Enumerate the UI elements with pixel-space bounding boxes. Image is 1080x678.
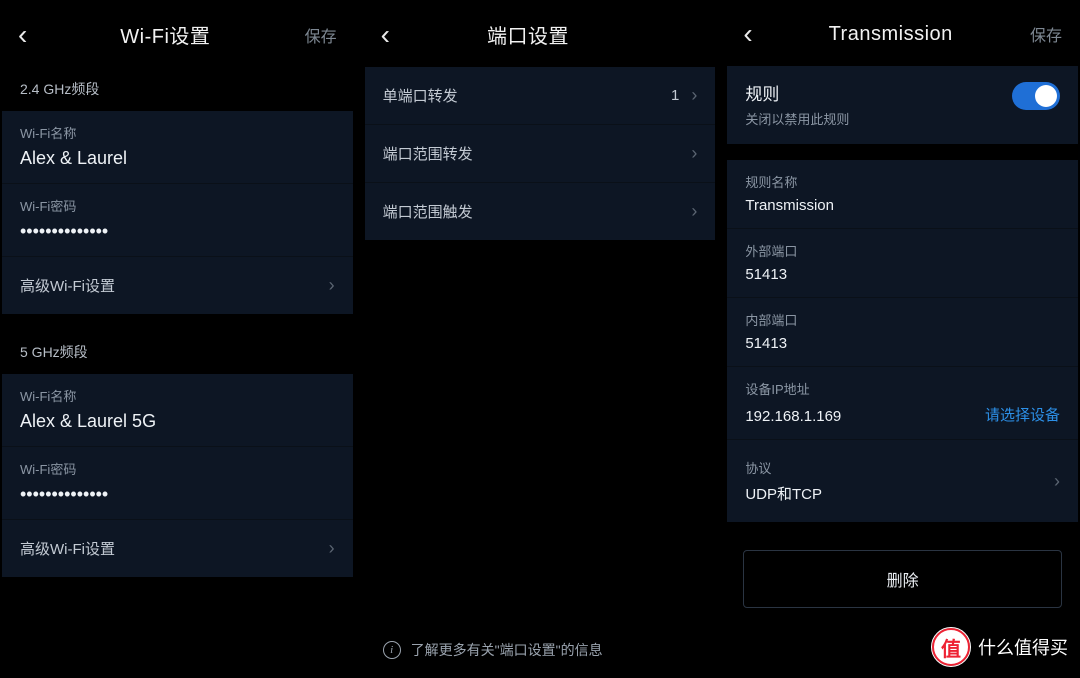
nav-label: 高级Wi-Fi设置	[20, 275, 115, 296]
field-value: Transmission	[745, 197, 1060, 214]
nav-count: 1	[671, 87, 679, 104]
field-label: Wi-Fi名称	[20, 386, 335, 405]
wifi-name-field-5g[interactable]: Wi-Fi名称 Alex & Laurel 5G	[2, 374, 353, 447]
rule-title: 规则	[745, 80, 849, 105]
group-5ghz: Wi-Fi名称 Alex & Laurel 5G Wi-Fi密码 •••••••…	[2, 374, 353, 577]
field-label: 规则名称	[745, 172, 1060, 191]
footer-info-text: 了解更多有关"端口设置"的信息	[411, 640, 603, 660]
chevron-right-icon: ›	[329, 275, 335, 296]
panel-wifi-settings: ‹ Wi-Fi设置 保存 2.4 GHz频段 Wi-Fi名称 Alex & La…	[2, 2, 353, 676]
panel-port-settings: ‹ 端口设置 单端口转发 1 › 端口范围转发 › 端口范围触发 › i 了解更…	[365, 2, 716, 676]
panel-transmission-rule: ‹ Transmission 保存 规则 关闭以禁用此规则 规则名称 Trans…	[727, 2, 1078, 676]
topbar: ‹ 端口设置	[365, 2, 716, 67]
save-button[interactable]: 保存	[1014, 22, 1062, 46]
external-port-field[interactable]: 外部端口 51413	[727, 229, 1078, 298]
field-label: 外部端口	[745, 241, 1060, 260]
device-ip-field[interactable]: 设备IP地址 192.168.1.169 请选择设备	[727, 367, 1078, 440]
rule-fields: 规则名称 Transmission 外部端口 51413 内部端口 51413 …	[727, 160, 1078, 522]
port-range-trigger[interactable]: 端口范围触发 ›	[365, 183, 716, 240]
back-icon[interactable]: ‹	[18, 21, 42, 49]
field-label: Wi-Fi名称	[20, 123, 335, 142]
wifi-password-field[interactable]: Wi-Fi密码 ••••••••••••••	[2, 184, 353, 257]
delete-button[interactable]: 删除	[743, 550, 1062, 608]
nav-label: 高级Wi-Fi设置	[20, 538, 115, 559]
select-device-link[interactable]: 请选择设备	[985, 404, 1060, 425]
topbar: ‹ Transmission 保存	[727, 2, 1078, 66]
rule-subtitle: 关闭以禁用此规则	[745, 109, 849, 128]
nav-label: 端口范围触发	[383, 201, 473, 222]
chevron-right-icon: ›	[691, 143, 697, 164]
topbar: ‹ Wi-Fi设置 保存	[2, 2, 353, 67]
back-icon[interactable]: ‹	[381, 21, 405, 49]
page-title: 端口设置	[405, 20, 652, 49]
field-label: 协议	[745, 458, 822, 477]
field-value: ••••••••••••••	[20, 484, 335, 505]
footer-info-link[interactable]: i 了解更多有关"端口设置"的信息	[365, 640, 716, 660]
field-label: Wi-Fi密码	[20, 459, 335, 478]
field-value: Alex & Laurel	[20, 148, 335, 169]
rule-name-field[interactable]: 规则名称 Transmission	[727, 160, 1078, 229]
nav-label: 单端口转发	[383, 85, 458, 106]
field-value: Alex & Laurel 5G	[20, 411, 335, 432]
advanced-wifi-link[interactable]: 高级Wi-Fi设置 ›	[2, 257, 353, 314]
field-value: UDP和TCP	[745, 483, 822, 504]
field-value: 51413	[745, 266, 1060, 283]
internal-port-field[interactable]: 内部端口 51413	[727, 298, 1078, 367]
rule-toggle-row: 规则 关闭以禁用此规则	[727, 66, 1078, 144]
rule-toggle[interactable]	[1012, 82, 1060, 110]
section-header-5ghz: 5 GHz频段	[2, 330, 353, 374]
chevron-right-icon: ›	[691, 85, 697, 106]
wifi-password-field-5g[interactable]: Wi-Fi密码 ••••••••••••••	[2, 447, 353, 520]
field-label: 内部端口	[745, 310, 1060, 329]
watermark-badge-icon: 值	[932, 628, 970, 666]
advanced-wifi-link-5g[interactable]: 高级Wi-Fi设置 ›	[2, 520, 353, 577]
port-list: 单端口转发 1 › 端口范围转发 › 端口范围触发 ›	[365, 67, 716, 240]
chevron-right-icon: ›	[329, 538, 335, 559]
chevron-right-icon: ›	[691, 201, 697, 222]
watermark-text: 什么值得买	[978, 634, 1068, 660]
info-icon: i	[383, 641, 401, 659]
field-value: 51413	[745, 335, 1060, 352]
group-24ghz: Wi-Fi名称 Alex & Laurel Wi-Fi密码 ••••••••••…	[2, 111, 353, 314]
field-value: ••••••••••••••	[20, 221, 335, 242]
port-range-forward[interactable]: 端口范围转发 ›	[365, 125, 716, 183]
chevron-right-icon: ›	[1054, 471, 1060, 492]
single-port-forward[interactable]: 单端口转发 1 ›	[365, 67, 716, 125]
nav-label: 端口范围转发	[383, 143, 473, 164]
save-button[interactable]: 保存	[289, 23, 337, 47]
protocol-field[interactable]: 协议 UDP和TCP ›	[727, 440, 1078, 522]
page-title: Transmission	[767, 23, 1014, 46]
field-label: 设备IP地址	[745, 379, 1060, 398]
section-header-24ghz: 2.4 GHz频段	[2, 67, 353, 111]
watermark: 值 什么值得买	[932, 628, 1068, 666]
field-value: 192.168.1.169	[745, 408, 841, 425]
page-title: Wi-Fi设置	[42, 20, 289, 49]
field-label: Wi-Fi密码	[20, 196, 335, 215]
back-icon[interactable]: ‹	[743, 20, 767, 48]
wifi-name-field[interactable]: Wi-Fi名称 Alex & Laurel	[2, 111, 353, 184]
